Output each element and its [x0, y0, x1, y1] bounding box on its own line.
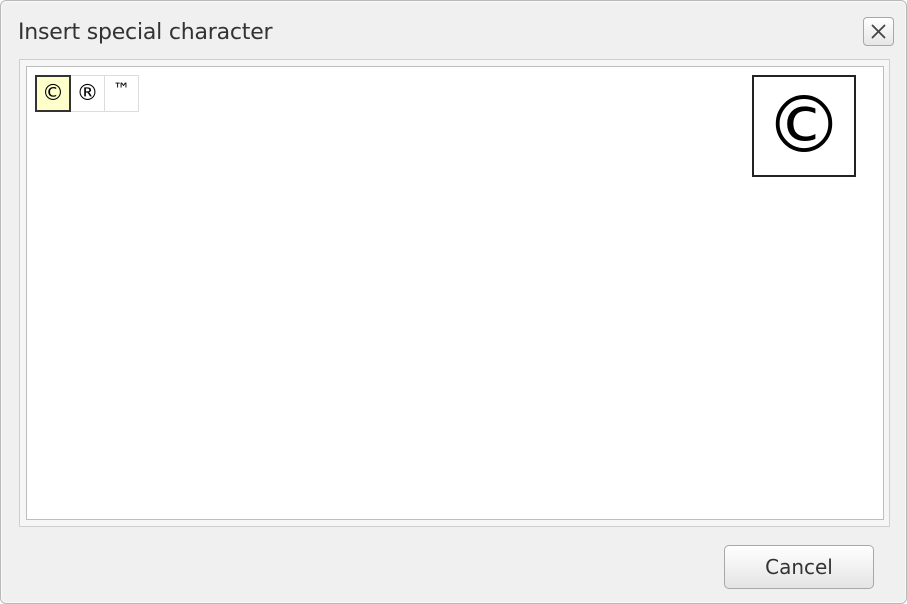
char-cell-trademark[interactable]: ™ — [104, 75, 139, 112]
insert-special-character-dialog: Insert special character © ® ™ © Cancel — [0, 0, 907, 604]
dialog-footer: Cancel — [1, 531, 906, 603]
dialog-titlebar[interactable]: Insert special character — [1, 1, 906, 59]
char-cell-registered[interactable]: ® — [70, 75, 105, 112]
character-preview: © — [752, 75, 856, 177]
cancel-button[interactable]: Cancel — [724, 545, 874, 589]
char-cell-copyright[interactable]: © — [35, 75, 71, 112]
dialog-title: Insert special character — [18, 20, 273, 45]
character-grid: © ® ™ — [35, 75, 139, 112]
close-button[interactable] — [863, 17, 894, 46]
close-x-icon — [871, 24, 886, 39]
